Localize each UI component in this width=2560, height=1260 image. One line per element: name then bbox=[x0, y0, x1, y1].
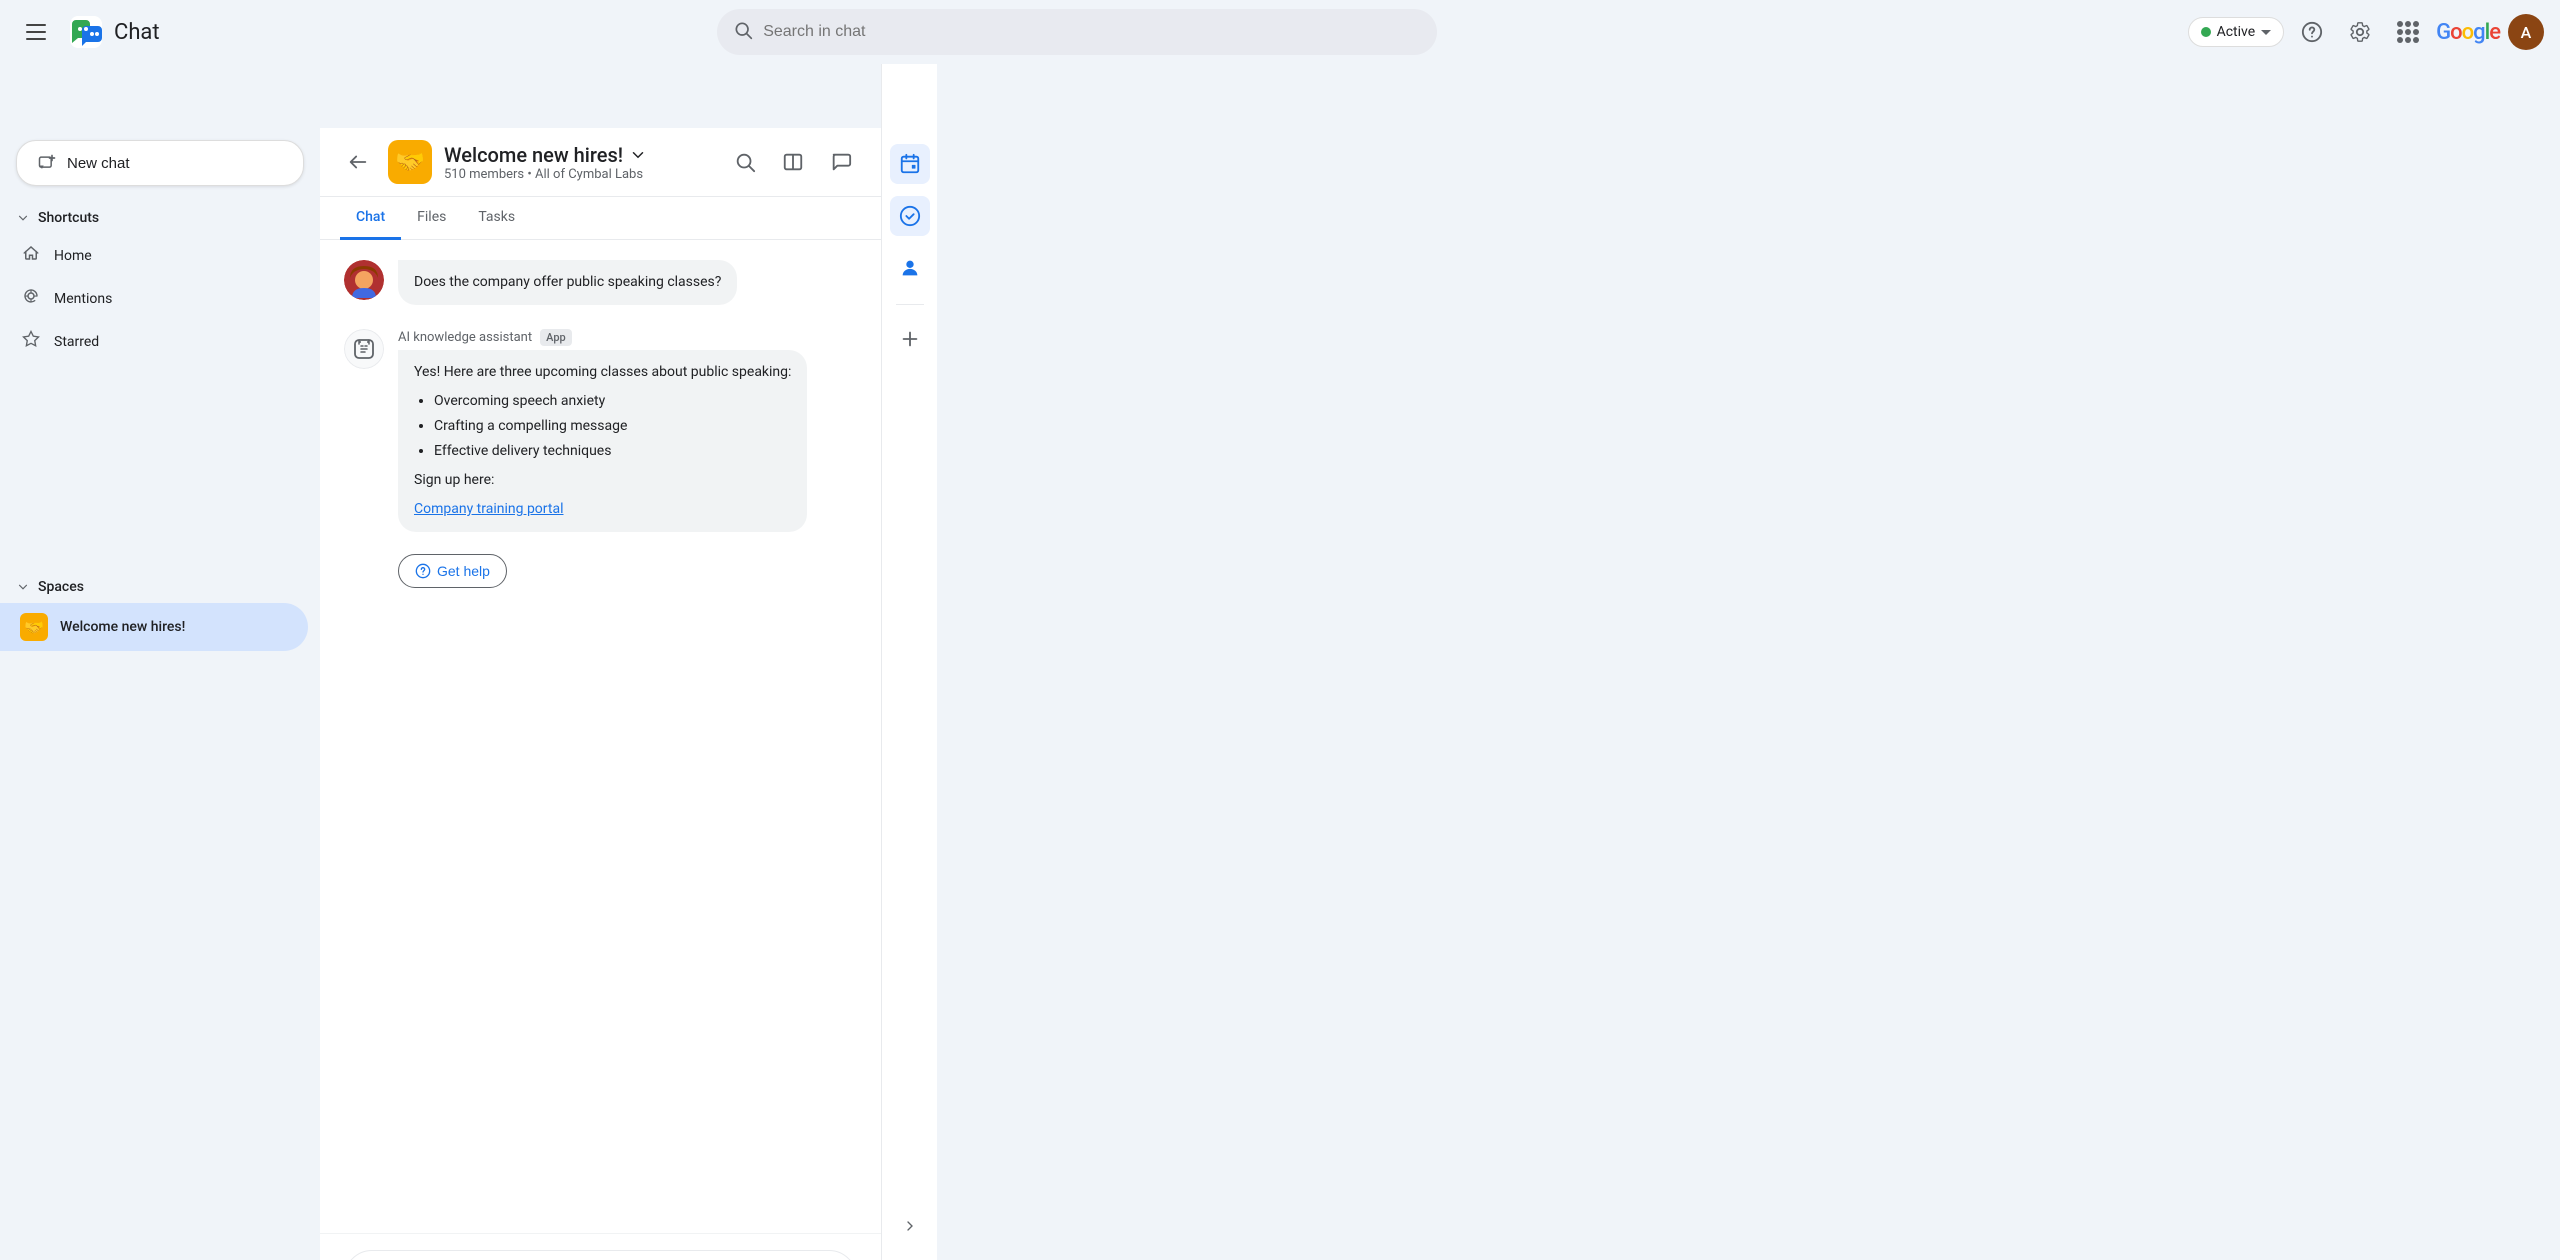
list-item: Effective delivery techniques bbox=[434, 441, 791, 462]
get-help-button[interactable]: Get help bbox=[398, 554, 507, 588]
ai-avatar-icon bbox=[344, 329, 384, 369]
right-rail bbox=[881, 64, 937, 1260]
sidebar-item-welcome-space[interactable]: 🤝 Welcome new hires! bbox=[0, 603, 308, 651]
active-status-label: Active bbox=[2217, 24, 2256, 40]
message-group-ai: AI knowledge assistant App Yes! Here are… bbox=[344, 329, 857, 588]
thread-button[interactable] bbox=[821, 142, 861, 182]
sidebar-item-home[interactable]: Home bbox=[0, 234, 308, 277]
calendar-rail-button[interactable] bbox=[890, 144, 930, 184]
tab-chat[interactable]: Chat bbox=[340, 197, 401, 240]
top-bar: Chat Active bbox=[0, 0, 2560, 64]
home-label: Home bbox=[54, 248, 92, 264]
home-icon bbox=[20, 244, 42, 267]
training-portal-link[interactable]: Company training portal bbox=[414, 501, 563, 517]
back-button[interactable] bbox=[340, 144, 376, 180]
chat-search-button[interactable] bbox=[725, 142, 765, 182]
chat-logo-icon bbox=[66, 12, 106, 52]
logo-area: Chat bbox=[66, 12, 160, 52]
shortcuts-header[interactable]: Shortcuts bbox=[0, 202, 320, 234]
mentions-icon bbox=[20, 287, 42, 310]
chat-header-title: Welcome new hires! bbox=[444, 143, 713, 167]
spaces-section: Spaces 🤝 Welcome new hires! bbox=[0, 567, 320, 655]
title-chevron-icon bbox=[629, 146, 647, 164]
search-bar bbox=[717, 9, 1437, 55]
rail-add-button[interactable] bbox=[892, 321, 928, 357]
ai-message-avatar bbox=[344, 329, 384, 369]
spaces-header[interactable]: Spaces bbox=[0, 571, 320, 603]
user-message-avatar bbox=[344, 260, 384, 300]
collapse-icon bbox=[16, 211, 30, 225]
mentions-label: Mentions bbox=[54, 291, 112, 307]
rail-expand-button[interactable] bbox=[892, 1208, 928, 1244]
contacts-rail-button[interactable] bbox=[890, 248, 930, 288]
chevron-down-icon bbox=[2261, 30, 2271, 35]
google-logo: Google bbox=[2436, 20, 2500, 45]
search-icon bbox=[733, 20, 753, 44]
tab-files[interactable]: Files bbox=[401, 197, 462, 240]
list-item: Overcoming speech anxiety bbox=[434, 391, 791, 412]
tab-tasks[interactable]: Tasks bbox=[462, 197, 531, 240]
help-icon bbox=[415, 563, 431, 579]
chat-header-subtitle: 510 members • All of Cymbal Labs bbox=[444, 167, 713, 182]
messages-area: Does the company offer public speaking c… bbox=[320, 240, 881, 1233]
tasks-rail-button[interactable] bbox=[890, 196, 930, 236]
grid-dots-icon bbox=[2397, 21, 2419, 43]
shortcuts-section: Shortcuts Home bbox=[0, 198, 320, 367]
ai-message-list: Overcoming speech anxiety Crafting a com… bbox=[434, 391, 791, 462]
active-dot bbox=[2201, 27, 2211, 37]
user-message-content: Does the company offer public speaking c… bbox=[398, 260, 857, 305]
user-avatar[interactable]: A bbox=[2508, 14, 2544, 50]
top-bar-right: Active Google A bbox=[2188, 12, 2544, 52]
list-item: Crafting a compelling message bbox=[434, 416, 791, 437]
input-area: GIF bbox=[320, 1233, 881, 1260]
space-header-emoji: 🤝 bbox=[388, 140, 432, 184]
user-message-bubble: Does the company offer public speaking c… bbox=[398, 260, 737, 305]
app-badge: App bbox=[540, 329, 572, 346]
app-title: Chat bbox=[114, 20, 160, 45]
chat-tabs: Chat Files Tasks bbox=[320, 197, 881, 240]
new-chat-label: New chat bbox=[67, 155, 130, 172]
sidebar-item-starred[interactable]: Starred bbox=[0, 320, 308, 363]
active-status-button[interactable]: Active bbox=[2188, 17, 2285, 47]
main-chat: 🤝 Welcome new hires! 510 members • All o… bbox=[320, 128, 881, 1260]
ai-message-content: AI knowledge assistant App Yes! Here are… bbox=[398, 329, 857, 588]
help-button[interactable] bbox=[2292, 12, 2332, 52]
chat-header-actions bbox=[725, 142, 861, 182]
new-chat-button[interactable]: New chat bbox=[16, 140, 304, 186]
settings-button[interactable] bbox=[2340, 12, 2380, 52]
rail-divider bbox=[896, 304, 924, 305]
signup-label: Sign up here: bbox=[414, 470, 791, 491]
search-input[interactable] bbox=[763, 23, 1421, 41]
star-icon bbox=[20, 330, 42, 353]
get-help-container: Get help bbox=[398, 542, 857, 588]
space-emoji-icon: 🤝 bbox=[20, 613, 48, 641]
chat-header-info: Welcome new hires! 510 members • All of … bbox=[444, 143, 713, 182]
chat-header: 🤝 Welcome new hires! 510 members • All o… bbox=[320, 128, 881, 197]
spaces-label: Spaces bbox=[38, 579, 84, 595]
spaces-collapse-icon bbox=[16, 580, 30, 594]
split-screen-button[interactable] bbox=[773, 142, 813, 182]
sidebar: New chat Shortcuts Home bbox=[0, 64, 320, 1260]
menu-button[interactable] bbox=[16, 12, 56, 52]
input-container: GIF bbox=[344, 1250, 857, 1260]
sidebar-item-mentions[interactable]: Mentions bbox=[0, 277, 308, 320]
ai-sender-info: AI knowledge assistant App bbox=[398, 329, 857, 346]
ai-message-bubble: Yes! Here are three upcoming classes abo… bbox=[398, 350, 807, 532]
top-bar-left: Chat bbox=[16, 12, 336, 52]
apps-grid-button[interactable] bbox=[2388, 12, 2428, 52]
space-name-label: Welcome new hires! bbox=[60, 619, 185, 635]
message-group-user: Does the company offer public speaking c… bbox=[344, 260, 857, 305]
starred-label: Starred bbox=[54, 334, 99, 350]
shortcuts-label: Shortcuts bbox=[38, 210, 99, 226]
new-chat-icon bbox=[37, 153, 57, 173]
